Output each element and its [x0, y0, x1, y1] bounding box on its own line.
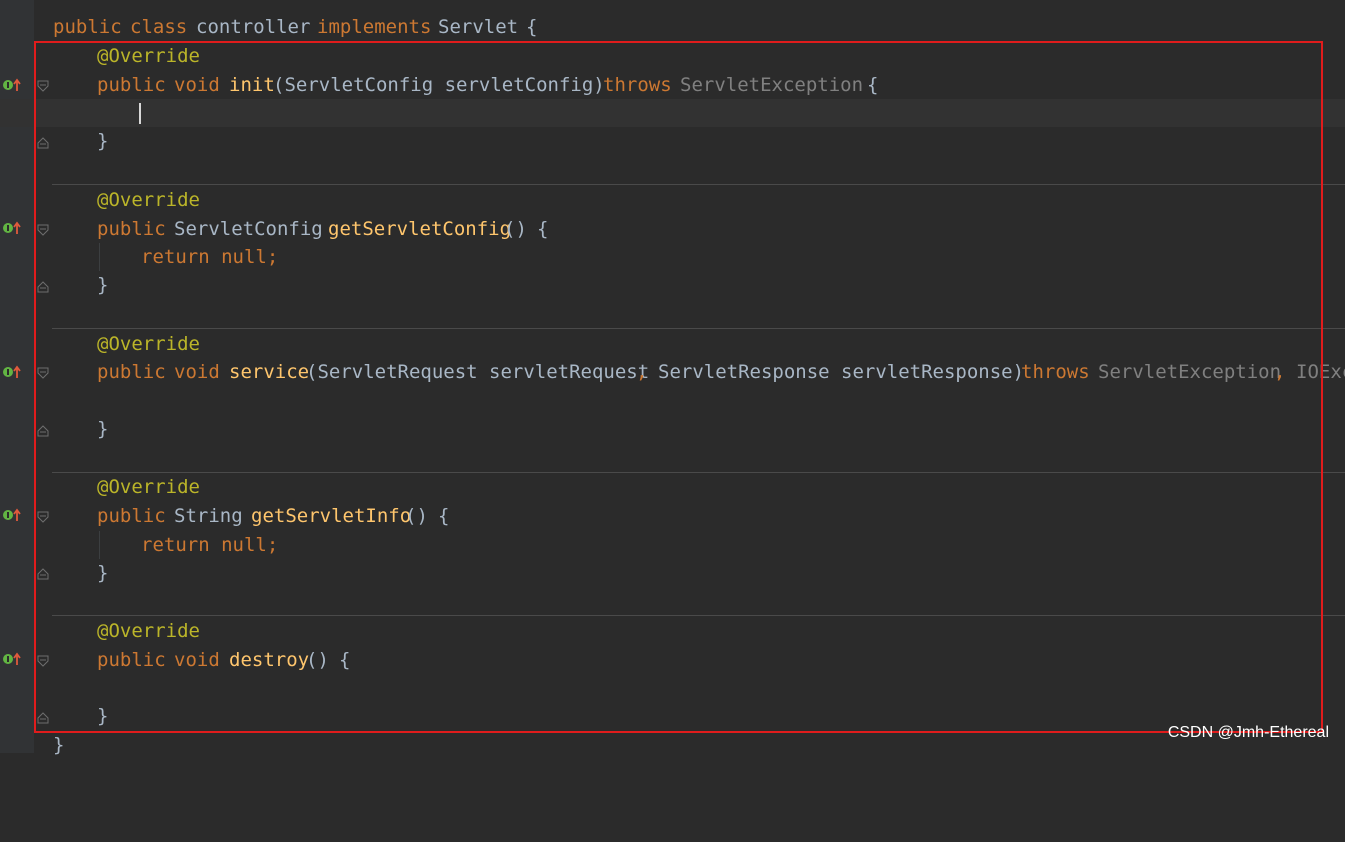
- implements-method-icon[interactable]: [2, 78, 22, 92]
- highlight-annotation-box: [34, 41, 1323, 733]
- interface-name: Servlet: [438, 16, 519, 38]
- implements-method-icon[interactable]: [2, 652, 22, 666]
- implements-method-icon[interactable]: [2, 508, 22, 522]
- code-line-class-close[interactable]: }: [0, 731, 1345, 759]
- code-editor[interactable]: public class controller implements Servl…: [0, 0, 1345, 756]
- open-brace: {: [526, 16, 538, 38]
- keyword-class: class: [130, 16, 188, 38]
- class-close-brace: }: [53, 734, 65, 756]
- code-line-class-decl[interactable]: public class controller implements Servl…: [0, 13, 1345, 41]
- keyword-public: public: [53, 16, 122, 38]
- keyword-implements: implements: [317, 16, 432, 38]
- implements-method-icon[interactable]: [2, 221, 22, 235]
- watermark: CSDN @Jmh-Ethereal: [1167, 724, 1329, 741]
- class-name: controller: [196, 16, 311, 38]
- implements-method-icon[interactable]: [2, 365, 22, 379]
